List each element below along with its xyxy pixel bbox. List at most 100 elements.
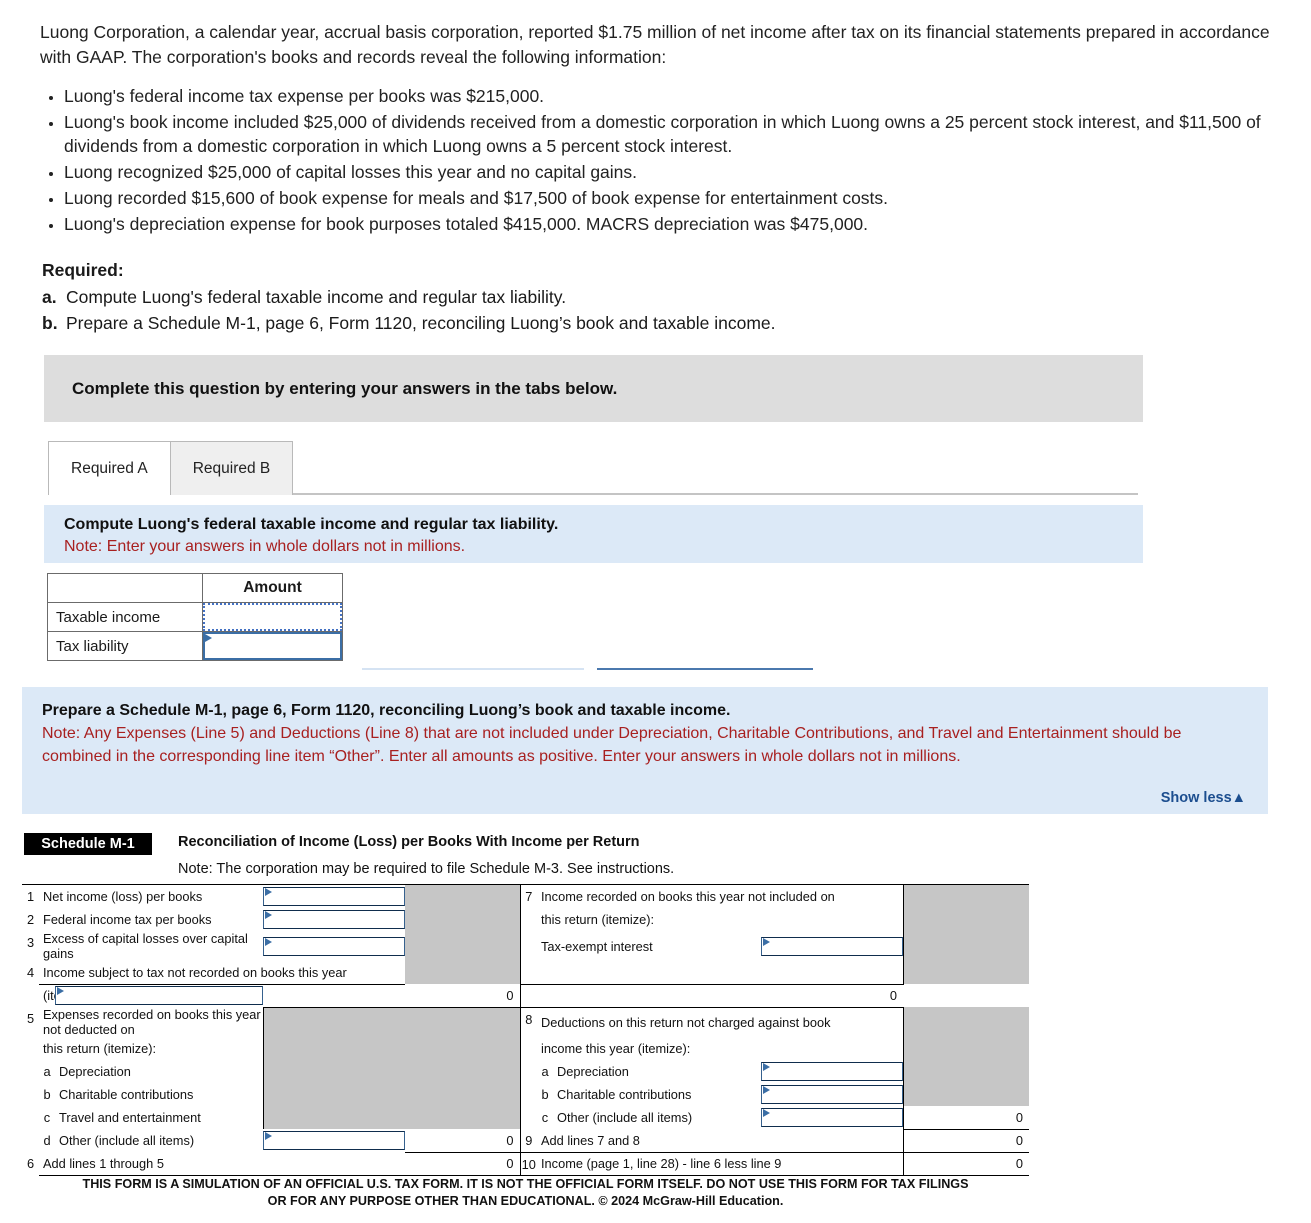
- tab-required-b[interactable]: Required B: [169, 441, 294, 495]
- input-marker-icon: [265, 888, 272, 896]
- list-item: Luong's book income included $25,000 of …: [64, 110, 1270, 160]
- line2-number: 2: [26, 912, 35, 927]
- line8b-input[interactable]: [761, 1085, 903, 1104]
- taxable-income-cell[interactable]: [202, 602, 343, 632]
- disclaimer: THIS FORM IS A SIMULATION OF AN OFFICIAL…: [22, 1176, 1029, 1210]
- divider-dark: [597, 668, 813, 670]
- line5-itemize-number: [22, 1037, 39, 1060]
- line5a-label: Depreciation: [59, 1064, 131, 1079]
- table-header-row: Amount: [47, 573, 343, 603]
- schedule-m1-form: 1 Net income (loss) per books 7 Income r…: [22, 884, 1029, 1176]
- tax-liability-input[interactable]: [203, 632, 342, 660]
- intro-paragraph: Luong Corporation, a calendar year, accr…: [40, 22, 1270, 67]
- line4-input-cell[interactable]: [55, 984, 263, 1007]
- line2-input[interactable]: [263, 910, 405, 929]
- required-item-b: b. Prepare a Schedule M-1, page 6, Form …: [42, 311, 1242, 336]
- line7-spacer-b: [519, 931, 537, 961]
- line4-blank-amt: [263, 984, 405, 1008]
- table-row: 2 Federal income tax per books this retu…: [22, 908, 1029, 931]
- line3-input[interactable]: [263, 936, 405, 956]
- line7-spacer-a: [519, 908, 537, 931]
- line7-taxexempt-input[interactable]: [761, 936, 903, 956]
- line5d-input[interactable]: [263, 1131, 405, 1150]
- taxable-income-input[interactable]: [203, 603, 342, 631]
- line3-label: Excess of capital losses over capital ga…: [43, 931, 248, 961]
- line8-number: 8: [519, 1007, 537, 1037]
- line8c-input-cell[interactable]: [761, 1106, 903, 1129]
- disclaimer-line-1: THIS FORM IS A SIMULATION OF AN OFFICIAL…: [82, 1177, 969, 1191]
- taxable-income-label: Taxable income: [47, 602, 203, 632]
- show-less-label: Show less: [1160, 790, 1232, 806]
- facts-list: Luong's federal income tax expense per b…: [40, 84, 1270, 237]
- panel-required-a: Compute Luong's federal taxable income a…: [44, 505, 1143, 563]
- line7-total: 0: [761, 984, 903, 1008]
- line1-input-cell[interactable]: [263, 885, 405, 908]
- instruction-bar-text: Complete this question by entering your …: [72, 378, 618, 398]
- line1-input[interactable]: [263, 887, 405, 906]
- input-marker-icon: [265, 937, 272, 946]
- table-row: Tax liability: [47, 631, 343, 661]
- table-row: c Travel and entertainment c Other (incl…: [22, 1106, 1029, 1130]
- line7-spacer-f: [537, 984, 761, 1008]
- input-marker-icon: [763, 937, 770, 946]
- line7-spacer-d: [537, 961, 903, 985]
- line4-itemize-number: [22, 984, 39, 1007]
- line8a-input[interactable]: [761, 1062, 903, 1081]
- line5-label: Expenses recorded on books this year not…: [43, 1007, 261, 1037]
- line1-number: 1: [26, 889, 35, 904]
- line8c-total: 0: [902, 1106, 1029, 1130]
- line3-number: 3: [26, 935, 35, 950]
- amount-table-header-blank: [47, 573, 203, 603]
- line8-label: Deductions on this return not charged ag…: [541, 1014, 831, 1030]
- required-item-a: a. Compute Luong's federal taxable incom…: [42, 285, 1242, 310]
- panel-a-prompt: Compute Luong's federal taxable income a…: [64, 516, 559, 533]
- line5a-letter: a: [43, 1064, 51, 1079]
- line8c-letter: c: [541, 1110, 549, 1125]
- schedule-title: Reconciliation of Income (Loss) per Book…: [178, 834, 640, 850]
- schedule-note: Note: The corporation may be required to…: [178, 861, 675, 877]
- panel-a-note: Note: Enter your answers in whole dollar…: [64, 538, 466, 556]
- line5c-letter: c: [43, 1110, 51, 1125]
- line2-input-cell[interactable]: [263, 908, 405, 931]
- line8c-input[interactable]: [761, 1108, 903, 1127]
- line3-input-cell[interactable]: [263, 931, 405, 961]
- chevron-up-icon: ▲: [1231, 790, 1246, 806]
- line8-label-2: income this year (itemize):: [541, 1041, 691, 1056]
- amount-table: Amount Taxable income Tax liability: [47, 573, 343, 661]
- line7-amount-spacer: [405, 885, 520, 984]
- line5d-input-cell[interactable]: [263, 1129, 405, 1152]
- line5-right-spacer: [405, 1007, 520, 1106]
- input-marker-icon: [265, 911, 272, 919]
- required-item-a-label: a.: [42, 287, 57, 308]
- table-row: 5 Expenses recorded on books this year n…: [22, 1007, 1029, 1129]
- tab-required-a[interactable]: Required A: [48, 441, 171, 495]
- line7-input-cell[interactable]: [761, 931, 903, 961]
- show-less-link[interactable]: Show less▲: [1161, 790, 1246, 806]
- line10-label: Income (page 1, line 28) - line 6 less l…: [537, 1152, 903, 1176]
- line8b-input-cell[interactable]: [761, 1083, 903, 1106]
- input-marker-icon: [265, 1132, 272, 1140]
- line10-number: 10: [519, 1152, 537, 1176]
- line7-spacer-e: [519, 984, 537, 1008]
- table-row: 1 Net income (loss) per books 7 Income r…: [22, 885, 1029, 984]
- line4-input[interactable]: [55, 986, 263, 1006]
- divider-light: [362, 668, 584, 670]
- table-row: (itemize): 0 0: [22, 984, 1029, 1008]
- tab-required-b-label: Required B: [192, 459, 271, 477]
- intro-section: Luong Corporation, a calendar year, accr…: [40, 20, 1270, 238]
- line5c-number: [22, 1106, 39, 1129]
- line4-total: 0: [405, 984, 520, 1008]
- line4-itemize-label: (itemize):: [39, 984, 96, 1007]
- line7-spacer-c: [519, 961, 537, 985]
- line9-number: 9: [519, 1129, 537, 1153]
- line5d-letter: d: [43, 1133, 51, 1148]
- line8b-spacer: [519, 1083, 537, 1106]
- line8a-input-cell[interactable]: [761, 1060, 903, 1083]
- table-row: 6 Add lines 1 through 5 0 10 Income (pag…: [22, 1152, 1029, 1176]
- line8a-spacer: [519, 1060, 537, 1083]
- tax-liability-label: Tax liability: [47, 631, 203, 661]
- tax-liability-cell[interactable]: [202, 631, 343, 661]
- line5-label-2: this return (itemize):: [43, 1041, 157, 1056]
- table-row: this return (itemize): income this year …: [22, 1037, 1029, 1060]
- instruction-bar: Complete this question by entering your …: [44, 355, 1143, 422]
